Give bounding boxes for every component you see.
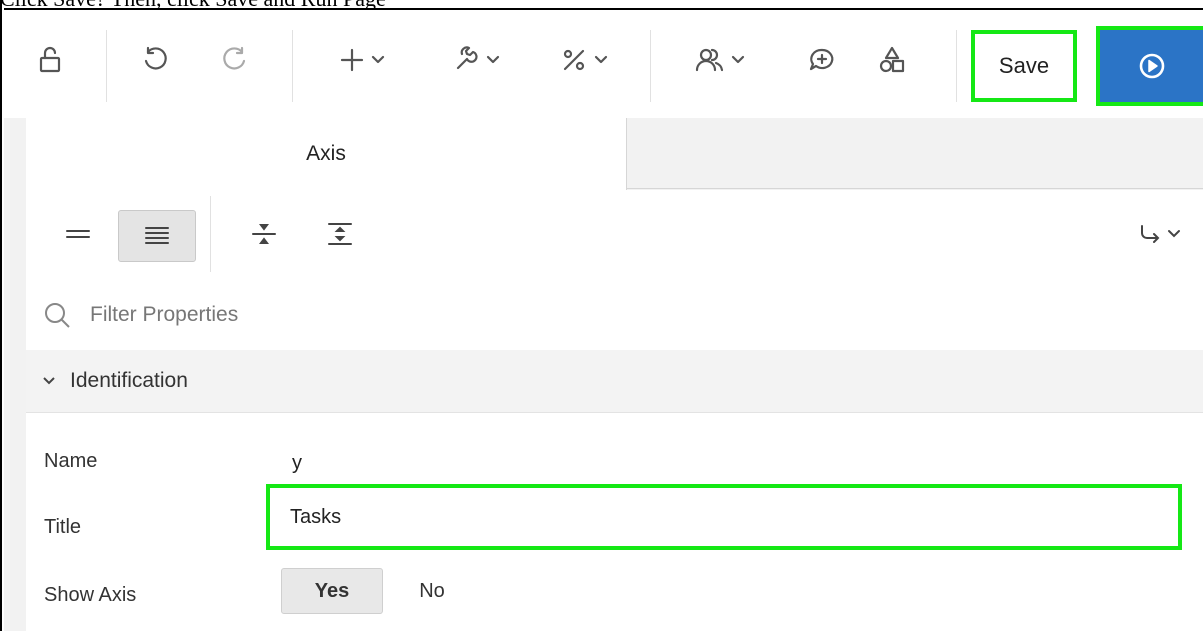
undo-button[interactable] bbox=[132, 28, 178, 92]
create-menu-button[interactable] bbox=[326, 28, 398, 92]
filter-bar bbox=[26, 278, 1203, 351]
name-label: Name bbox=[44, 450, 98, 472]
toolbar-divider bbox=[106, 30, 107, 102]
chevron-down-icon bbox=[1168, 230, 1180, 238]
app-frame: Save Axis Filter Properties Identificati… bbox=[0, 0, 1203, 631]
tab-strip-empty bbox=[627, 118, 1203, 189]
redo-icon bbox=[223, 46, 246, 70]
comments-button[interactable] bbox=[802, 28, 842, 92]
tab-axis[interactable]: Axis bbox=[26, 118, 627, 190]
run-icon bbox=[1139, 53, 1164, 79]
toolbar-divider bbox=[292, 30, 293, 102]
property-tabs: Axis bbox=[26, 118, 1203, 190]
section-title: Identification bbox=[70, 369, 188, 392]
expand-all-icon bbox=[328, 223, 352, 245]
show-axis-label: Show Axis bbox=[44, 584, 137, 606]
unlock-button[interactable] bbox=[26, 28, 76, 92]
page-designer-toolbar: Save bbox=[4, 8, 1203, 120]
go-to-group-button[interactable] bbox=[1128, 212, 1192, 256]
comment-icon bbox=[809, 48, 834, 71]
collapse-all-icon bbox=[252, 224, 276, 244]
undo-icon bbox=[144, 46, 167, 70]
utilities-icon bbox=[456, 46, 478, 70]
title-label: Title bbox=[44, 516, 82, 538]
chevron-down-icon bbox=[371, 55, 385, 64]
show-all-icon bbox=[145, 227, 169, 244]
shapes-button[interactable] bbox=[872, 28, 912, 92]
title-field-highlight bbox=[266, 484, 1182, 550]
toolbar-divider bbox=[650, 30, 651, 102]
utilities-menu-button[interactable] bbox=[440, 28, 512, 92]
show-axis-yes-button[interactable]: Yes bbox=[281, 568, 383, 614]
show-axis-no-button[interactable]: No bbox=[402, 568, 462, 614]
chevron-down-icon bbox=[594, 55, 608, 64]
panel-edge bbox=[4, 118, 26, 631]
filter-properties-input[interactable] bbox=[88, 296, 992, 334]
shared-components-icon bbox=[563, 49, 585, 71]
title-input[interactable] bbox=[290, 502, 1150, 532]
chevron-down-icon bbox=[43, 377, 55, 385]
chevron-down-icon bbox=[731, 55, 745, 64]
show-common-button[interactable] bbox=[56, 212, 100, 256]
go-to-group-icon bbox=[1141, 225, 1160, 243]
save-button[interactable]: Save bbox=[971, 30, 1077, 102]
property-view-toolbar bbox=[26, 190, 1203, 279]
show-all-button[interactable] bbox=[118, 210, 196, 262]
collapse-all-button[interactable] bbox=[242, 212, 286, 256]
team-development-menu-button[interactable] bbox=[684, 28, 756, 92]
shared-components-menu-button[interactable] bbox=[548, 28, 620, 92]
name-value[interactable]: y bbox=[292, 452, 302, 475]
shapes-icon bbox=[879, 46, 905, 73]
chevron-down-icon bbox=[486, 55, 500, 64]
toolbar-divider bbox=[956, 30, 957, 102]
property-editor-panel: Axis Filter Properties Identification Na… bbox=[4, 118, 1203, 631]
save-and-run-page-button[interactable] bbox=[1096, 26, 1203, 106]
redo-button[interactable] bbox=[212, 28, 258, 92]
expand-all-button[interactable] bbox=[318, 212, 362, 256]
unlock-icon bbox=[39, 46, 61, 73]
identification-section-header[interactable]: Identification bbox=[26, 350, 1203, 413]
tools-divider bbox=[210, 196, 211, 272]
team-dev-icon bbox=[695, 48, 724, 72]
show-common-icon bbox=[66, 230, 90, 238]
add-icon bbox=[340, 48, 364, 72]
search-icon bbox=[45, 303, 70, 328]
